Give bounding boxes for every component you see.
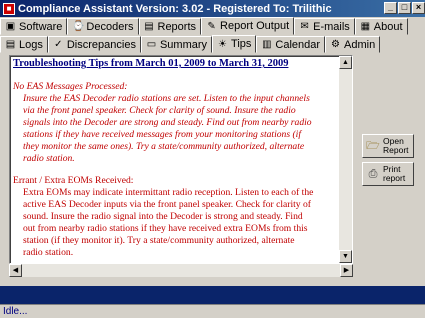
tab-label: Discrepancies [66,38,136,51]
tab-admin[interactable]: ⚙ Admin [325,36,381,53]
print-report-button[interactable]: ⎙ Print report [362,162,414,186]
tab-reports[interactable]: ▤ Reports [138,18,202,35]
tab-label: Admin [344,38,376,51]
maximize-button[interactable]: □ [398,2,411,14]
tip-line: sound. Insure the radio signal into the … [23,211,303,222]
tab-label: Report Output [220,20,290,32]
scroll-down-icon[interactable]: ▼ [339,250,352,263]
tab-logs[interactable]: ▤ Logs [0,36,48,53]
tip-line: radio station. [23,247,74,258]
tab-label: About [373,20,403,33]
tip-title: No EAS Messages Processed: [13,81,128,92]
tip-line: stations if they have received messages … [23,129,302,140]
software-icon: ▣ [5,21,16,32]
progress-band [0,286,425,304]
minimize-button[interactable]: _ [384,2,397,14]
tip-line: radio station. [23,153,75,164]
tip-line: station (if they monitor it). Try a stat… [23,235,295,246]
tip-title: Errant / Extra EOMs Received: [13,175,134,186]
printer-icon: ⎙ [368,168,378,180]
tab-e-mails[interactable]: ✉ E-mails [294,18,355,35]
reports-icon: ▤ [144,21,154,32]
logs-icon: ▤ [5,39,16,50]
tab-decoders[interactable]: ⌚ Decoders [67,18,139,35]
scroll-left-icon[interactable]: ◀ [9,264,22,277]
tab-tips[interactable]: ☀ Tips [212,35,257,53]
scroll-up-icon[interactable]: ▲ [339,56,352,69]
main-tabs: ▣ Software ⌚ Decoders ▤ Reports ✎ Report Output… [0,17,408,35]
email-icon: ✉ [300,21,309,32]
status-text: Idle... [3,306,28,317]
tab-label: Software [19,20,63,33]
tab-software[interactable]: ▣ Software [0,18,68,35]
close-button[interactable]: × [412,2,425,14]
tab-label: Calendar [275,38,321,51]
tab-discrepancies[interactable]: ✓ Discrepancies [47,36,141,53]
tip-section: No EAS Messages Processed: Insure the EAS… [13,81,338,165]
tip-line: active EAS Decoder inputs via the front … [23,199,311,210]
horizontal-scrollbar[interactable]: ◀ ▶ [9,264,353,277]
calendar-icon: ▥ [262,39,272,50]
report-output-icon: ✎ [207,20,216,32]
summary-icon: ▭ [146,39,157,50]
folder-icon: 🗁 [366,140,380,152]
tab-label: Logs [19,38,43,51]
admin-icon: ⚙ [331,39,341,50]
decoders-icon: ⌚ [72,21,85,32]
tip-line: they monitor the same ones). Try a state… [23,141,305,152]
title-bar: ■ Compliance Assistant Version: 3.02 - R… [0,0,425,17]
tips-text-area[interactable]: Troubleshooting Tips from March 01, 2009… [9,55,353,264]
tab-report-output[interactable]: ✎ Report Output [201,17,295,35]
tab-label: Summary [159,38,208,51]
tip-line: signals into the Decoder are strong and … [23,117,312,128]
tips-heading: Troubleshooting Tips from March 01, 2009… [13,58,289,69]
window-title: Compliance Assistant Version: 3.02 - Reg… [18,2,332,15]
tab-label: Decoders [86,20,134,33]
tip-line: via the front panel speaker. Check for c… [23,105,296,116]
print-report-label-2: report [383,173,406,183]
about-icon: ▦ [360,21,371,32]
tab-calendar[interactable]: ▥ Calendar [256,36,326,53]
sub-tabs: ▤ Logs ✓ Discrepancies ▭ Summary ☀ Tips ▥ Calenda… [0,35,381,53]
tab-label: Reports [157,20,197,33]
tip-line: out from nearby radio stations if they h… [23,223,308,234]
tips-icon: ☀ [218,38,227,50]
tab-summary[interactable]: ▭ Summary [140,36,213,53]
tab-about[interactable]: ▦ About [354,18,408,35]
discrepancies-icon: ✓ [54,39,63,50]
open-report-label-2: Report [383,145,409,155]
tip-line: Extra EOMs may indicate intermittant rad… [23,187,314,198]
app-icon: ■ [3,2,15,15]
vertical-scrollbar[interactable]: ▲ ▼ [339,56,352,263]
tip-line: Insure the EAS Decoder radio stations ar… [23,93,310,104]
open-report-button[interactable]: 🗁 Open Report [362,134,414,158]
tip-section: Errant / Extra EOMs Received: Extra EOMs … [13,175,338,259]
tab-label: E-mails [313,20,350,33]
status-bar: Idle... [0,304,425,318]
tab-label: Tips [231,38,252,50]
scroll-right-icon[interactable]: ▶ [340,264,353,277]
